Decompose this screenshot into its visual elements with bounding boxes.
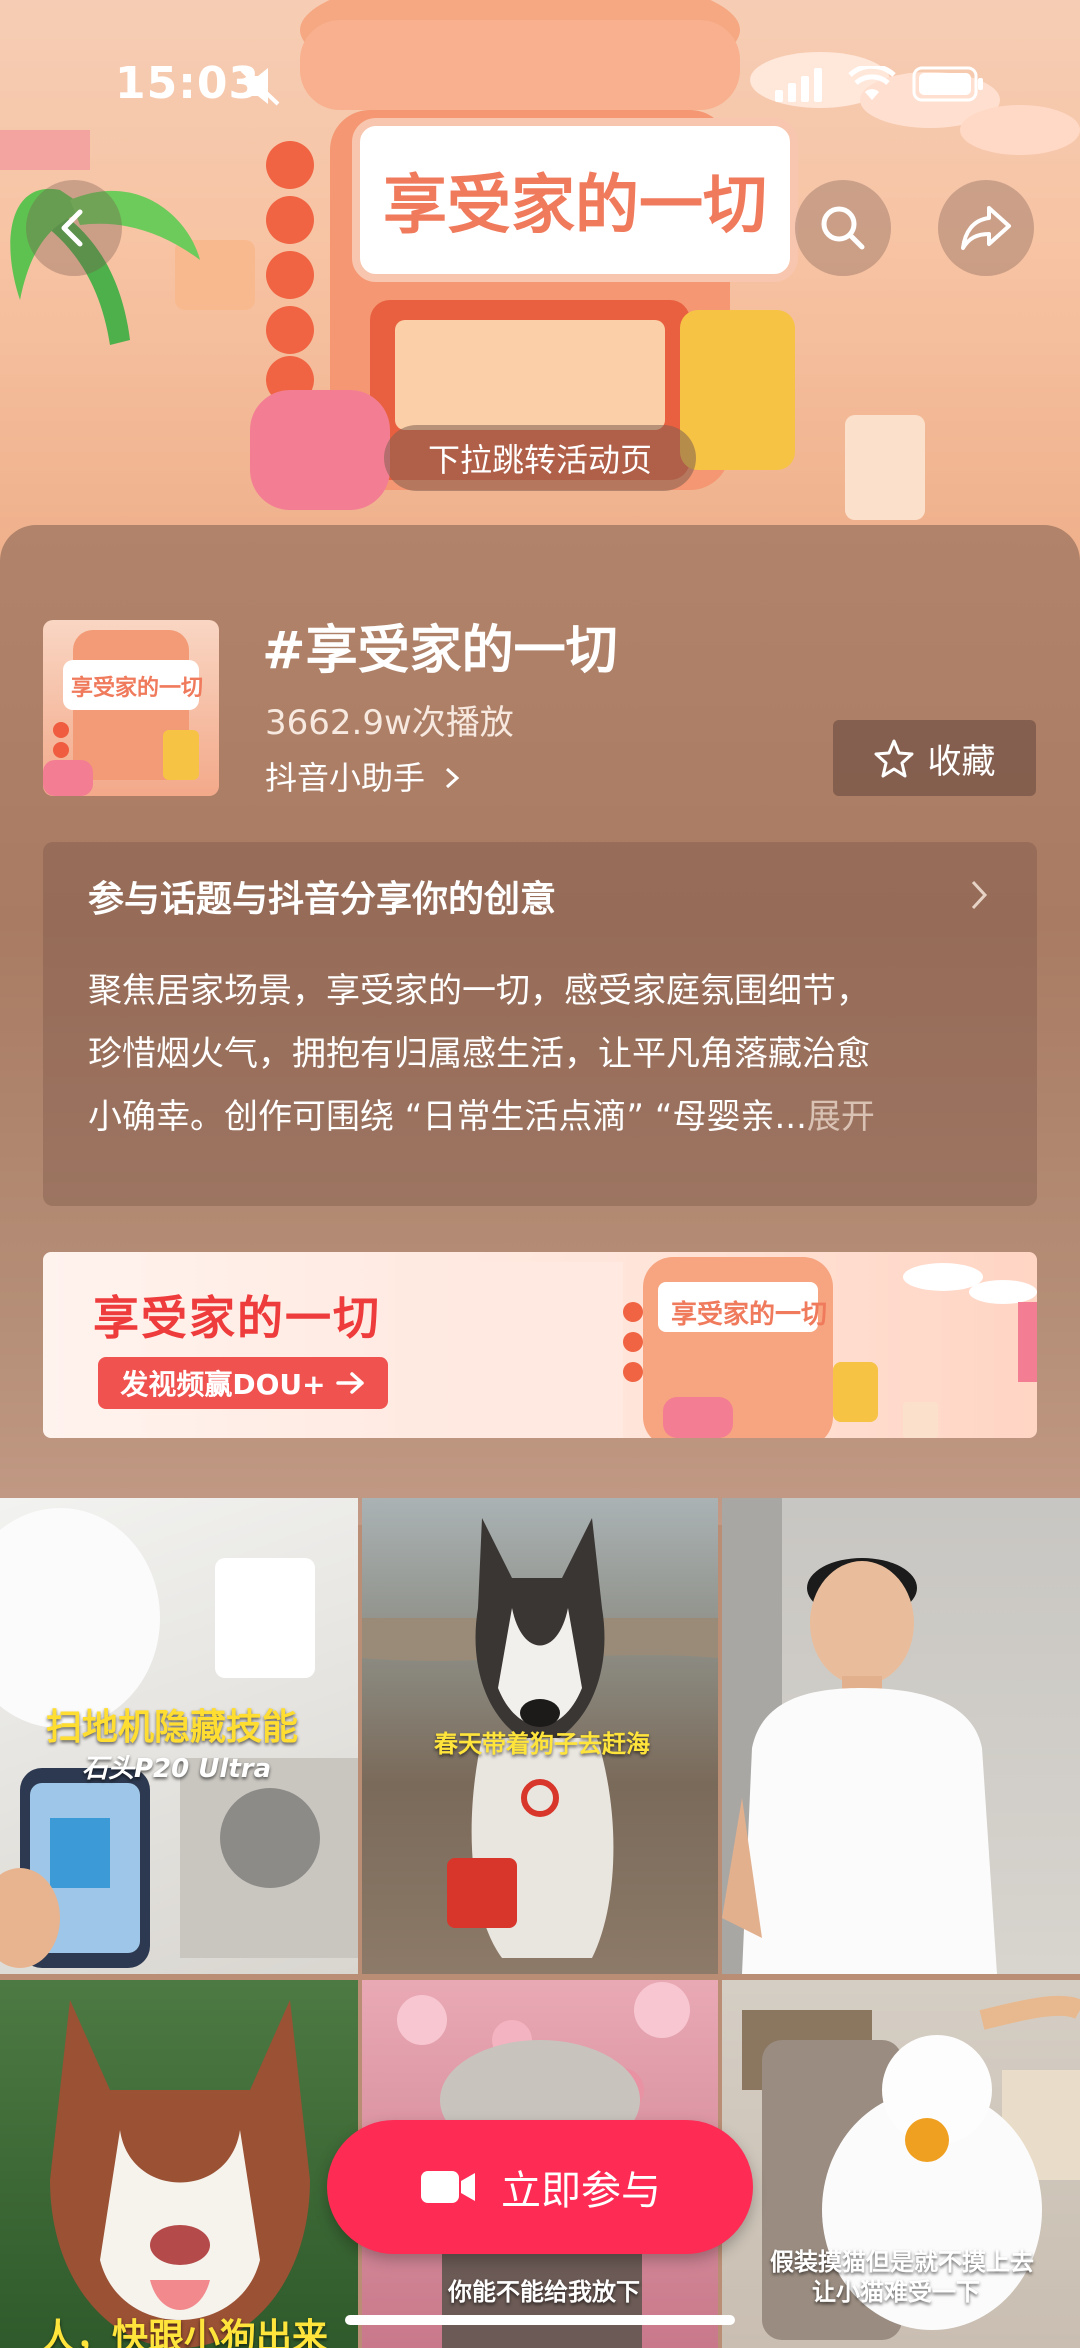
arrow-right-icon xyxy=(335,1372,364,1394)
description-line: 珍惜烟火气，拥抱有归属感生活，让平凡角落藏治愈 xyxy=(88,1034,870,1074)
topic-title: #享受家的一切 xyxy=(262,621,618,681)
battery-icon xyxy=(912,66,983,102)
wifi-icon xyxy=(848,66,896,100)
expand-link[interactable]: 展开 xyxy=(807,1097,875,1137)
topic-description[interactable]: 参与话题与抖音分享你的创意 聚焦居家场景，享受家的一切，感受家庭氛围细节， 珍惜… xyxy=(43,842,1037,1206)
video-caption: 让小猫难受一下 xyxy=(812,2278,980,2306)
mute-icon xyxy=(240,68,280,106)
description-title: 参与话题与抖音分享你的创意 xyxy=(88,879,557,920)
video-caption: 石头P20 Ultra xyxy=(82,1754,272,1784)
banner-title: 享受家的一切 xyxy=(93,1291,381,1345)
banner-illustration xyxy=(463,1257,1037,1438)
home-indicator[interactable] xyxy=(345,2315,735,2325)
search-button[interactable] xyxy=(795,180,891,276)
topic-thumbnail: 享受家的一切 xyxy=(43,620,219,796)
video-tile[interactable]: 假装摸猫但是就不摸上去 让小猫难受一下 xyxy=(722,1980,1080,2348)
back-icon xyxy=(61,209,83,247)
author-name: 抖音小助手 xyxy=(265,759,426,797)
star-icon xyxy=(874,739,913,778)
activity-banner[interactable]: 享受家的一切 享受家的一切 发视频赢DOU+ xyxy=(43,1252,1037,1438)
topic-author-link[interactable]: 抖音小助手 xyxy=(265,753,463,799)
topic-thumbnail-art xyxy=(43,630,199,796)
favorite-button[interactable]: 收藏 xyxy=(833,720,1036,796)
video-tile[interactable] xyxy=(722,1498,1080,1974)
description-line: 小确幸。创作可围绕 “日常生活点滴” “母婴亲... xyxy=(88,1097,807,1137)
favorite-label: 收藏 xyxy=(927,741,996,782)
hero-banner[interactable]: 享受家的一切 15:03 下拉跳转活动页 xyxy=(0,0,1080,560)
description-line: 聚焦居家场景，享受家的一切，感受家庭氛围细节， xyxy=(88,971,870,1011)
video-thumbnail xyxy=(722,1498,997,1974)
video-tile[interactable]: 扫地机隐藏技能 石头P20 Ultra xyxy=(0,1498,358,1974)
post-video-label: 发视频赢DOU+ xyxy=(120,1368,326,1401)
thumbnail-sign-text: 享受家的一切 xyxy=(71,676,204,701)
back-button[interactable] xyxy=(26,180,122,276)
signal-icon xyxy=(775,68,822,102)
post-video-button[interactable]: 发视频赢DOU+ xyxy=(98,1357,388,1409)
join-now-label: 立即参与 xyxy=(501,2168,661,2214)
video-tile[interactable]: 人，快跟小狗出来玩 xyxy=(0,1980,358,2348)
chevron-right-icon xyxy=(446,767,460,789)
description-text: 聚焦居家场景，享受家的一切，感受家庭氛围细节， 珍惜烟火气，拥抱有归属感生活，让… xyxy=(88,960,998,1149)
banner-sign-text: 享受家的一切 xyxy=(671,1300,828,1330)
search-icon xyxy=(821,206,865,250)
video-caption: 人，快跟小狗出来玩 xyxy=(40,2317,329,2348)
hero-sign-text: 享受家的一切 xyxy=(383,169,767,243)
play-count: 3662.9w次播放 xyxy=(265,703,514,743)
video-caption: 扫地机隐藏技能 xyxy=(46,1707,299,1748)
video-thumbnail xyxy=(50,2000,310,2348)
video-tile[interactable]: 春天带着狗子去赶海 xyxy=(362,1498,718,1974)
share-icon xyxy=(961,206,1011,250)
share-button[interactable] xyxy=(938,180,1034,276)
pull-to-activity-hint[interactable]: 下拉跳转活动页 xyxy=(384,425,696,491)
status-bar: 15:03 xyxy=(0,0,1080,109)
hero-sign: 享受家的一切 xyxy=(352,118,798,282)
chevron-right-icon xyxy=(971,880,988,910)
video-caption: 你能不能给我放下 xyxy=(448,2278,640,2306)
join-now-button[interactable]: 立即参与 xyxy=(327,2120,753,2254)
video-camera-icon xyxy=(421,2171,475,2203)
video-caption: 春天带着狗子去赶海 xyxy=(434,1730,650,1758)
